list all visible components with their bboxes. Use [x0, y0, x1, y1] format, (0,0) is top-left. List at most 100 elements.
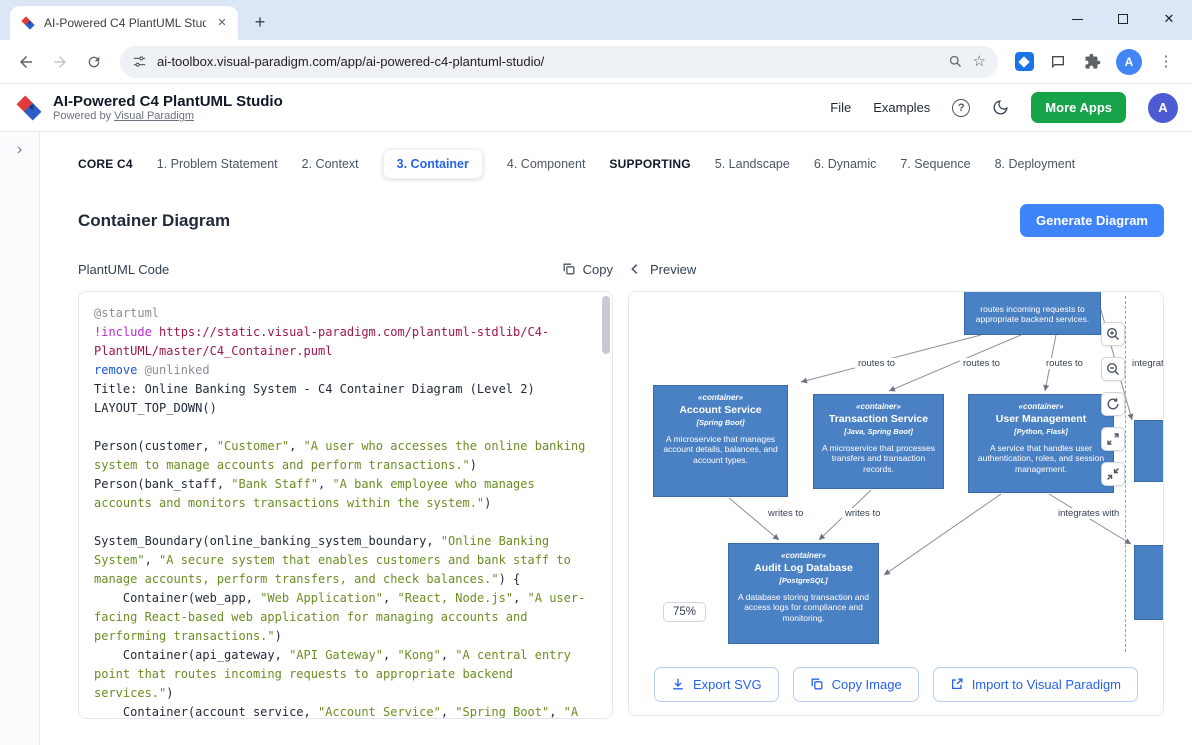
edge-label-writes-to: writes to [765, 508, 806, 519]
menu-file[interactable]: File [830, 100, 851, 115]
node-technology: [Java, Spring Boot] [820, 427, 937, 436]
code-line: Person(bank_staff, "Bank Staff", "A bank… [94, 475, 597, 513]
browser-profile-avatar[interactable]: A [1116, 49, 1142, 75]
code-line: Container(account_service, "Account Serv… [94, 703, 597, 719]
help-icon[interactable]: ? [952, 99, 970, 117]
menu-examples[interactable]: Examples [873, 100, 930, 115]
node-technology: [Spring Boot] [660, 418, 781, 427]
url-text[interactable]: ai-toolbox.visual-paradigm.com/app/ai-po… [157, 54, 938, 69]
external-link-icon [950, 677, 964, 691]
reset-zoom-button[interactable] [1101, 392, 1125, 416]
edge-label-writes-to: writes to [842, 508, 883, 519]
import-to-visual-paradigm-button[interactable]: Import to Visual Paradigm [933, 667, 1138, 702]
export-svg-button[interactable]: Export SVG [654, 667, 779, 702]
node-name: Audit Log Database [735, 562, 872, 575]
visual-paradigm-logo-icon [14, 93, 44, 123]
code-line: @startuml [94, 304, 597, 323]
forward-icon[interactable] [44, 46, 76, 78]
node-description: A service that handles user authenticati… [975, 443, 1107, 475]
fullscreen-button[interactable] [1101, 427, 1125, 451]
node-name: User Management [975, 413, 1107, 426]
nav-tab[interactable]: 1. Problem Statement [157, 157, 278, 171]
copy-image-button[interactable]: Copy Image [793, 667, 919, 702]
back-icon[interactable] [10, 46, 42, 78]
zoom-in-button[interactable] [1101, 322, 1125, 346]
code-line [94, 513, 597, 532]
zoom-level-badge: 75% [663, 602, 706, 622]
edge-label-routes-to: routes to [855, 358, 898, 369]
copy-icon [562, 262, 576, 276]
diagram-node-clipped-1 [1134, 420, 1163, 482]
nav-tab[interactable]: 6. Dynamic [814, 157, 877, 171]
node-technology: [Python, Flask] [975, 427, 1107, 436]
code-line: !include https://static.visual-paradigm.… [94, 323, 597, 361]
zoom-out-button[interactable] [1101, 357, 1125, 381]
code-line: Person(customer, "Customer", "A user who… [94, 437, 597, 475]
nav-tab[interactable]: 5. Landscape [715, 157, 790, 171]
address-bar[interactable]: ai-toolbox.visual-paradigm.com/app/ai-po… [120, 46, 998, 78]
window-controls: ✕ [1054, 0, 1192, 38]
nav-tab[interactable]: 7. Sequence [900, 157, 970, 171]
browser-tabstrip: AI-Powered C4 PlantUML Studi ✕ + ✕ [0, 0, 1192, 40]
node-description: A microservice that manages account deta… [660, 434, 781, 466]
zoom-controls [1101, 322, 1125, 486]
nav-supporting-label: SUPPORTING [609, 157, 690, 171]
edge-label-integrates-with: integrates with [1055, 508, 1122, 519]
edge-label-integrates-with-clipped: integrates with [1129, 358, 1163, 369]
node-description: A database storing transaction and acces… [735, 592, 872, 624]
diagram-canvas[interactable]: routes incoming requests to appropriate … [629, 292, 1163, 653]
tab-close-icon[interactable]: ✕ [214, 15, 230, 31]
editor-scrollbar[interactable] [602, 294, 610, 716]
diagram-node-clipped-2 [1134, 545, 1163, 620]
node-stereotype: «container» [735, 551, 872, 561]
diagram-node-audit-log-database: «container» Audit Log Database [PostgreS… [728, 543, 879, 644]
more-apps-button[interactable]: More Apps [1031, 92, 1126, 123]
site-settings-icon[interactable] [132, 54, 147, 69]
node-description: A microservice that processes transfers … [820, 443, 937, 475]
edge-label-routes-to: routes to [960, 358, 1003, 369]
generate-diagram-button[interactable]: Generate Diagram [1020, 204, 1164, 237]
node-stereotype: «container» [660, 393, 781, 403]
code-editor[interactable]: @startuml!include https://static.visual-… [78, 291, 613, 719]
code-line: remove @unlinked [94, 361, 597, 380]
code-panel-title: PlantUML Code [78, 262, 169, 277]
nav-tab[interactable]: 2. Context [302, 157, 359, 171]
nav-tab[interactable]: 8. Deployment [995, 157, 1076, 171]
browser-tab[interactable]: AI-Powered C4 PlantUML Studi ✕ [10, 6, 238, 40]
node-name: Account Service [660, 404, 781, 417]
extension-icon-blue[interactable] [1008, 46, 1040, 78]
comment-icon[interactable] [1042, 46, 1074, 78]
visual-paradigm-link[interactable]: Visual Paradigm [114, 110, 194, 122]
bookmark-star-icon[interactable]: ☆ [973, 54, 986, 69]
code-line: LAYOUT_TOP_DOWN() [94, 399, 597, 418]
reload-icon[interactable] [78, 46, 110, 78]
browser-menu-kebab-icon[interactable]: ⋮ [1150, 46, 1182, 78]
copy-code-button[interactable]: Copy [562, 262, 613, 277]
diagram-step-tabs: CORE C4 1. Problem Statement2. Context3.… [78, 146, 1164, 182]
node-stereotype: «container» [975, 402, 1107, 412]
browser-toolbar: ai-toolbox.visual-paradigm.com/app/ai-po… [0, 40, 1192, 84]
user-avatar[interactable]: A [1148, 93, 1178, 123]
maximize-button[interactable] [1100, 0, 1146, 38]
close-button[interactable]: ✕ [1146, 0, 1192, 38]
node-stereotype: «container» [820, 402, 937, 412]
copy-icon [810, 677, 824, 691]
extensions-puzzle-icon[interactable] [1076, 46, 1108, 78]
zoom-icon[interactable] [948, 54, 963, 69]
collapse-preview-icon[interactable] [628, 262, 642, 276]
new-tab-button[interactable]: + [246, 8, 274, 36]
expand-sidebar-icon[interactable]: › [17, 142, 22, 745]
code-line: Container(api_gateway, "API Gateway", "K… [94, 646, 597, 703]
fit-view-button[interactable] [1101, 462, 1125, 486]
left-rail: › [0, 132, 40, 745]
minimize-button[interactable] [1054, 0, 1100, 38]
node-name: Transaction Service [820, 413, 937, 426]
nav-tab[interactable]: 3. Container [383, 149, 483, 179]
dark-mode-moon-icon[interactable] [992, 99, 1009, 116]
node-description: routes incoming requests to appropriate … [971, 304, 1094, 325]
powered-by: Powered by Visual Paradigm [53, 110, 283, 122]
app-logo[interactable]: AI-Powered C4 PlantUML Studio Powered by… [14, 93, 283, 123]
plantuml-code[interactable]: @startuml!include https://static.visual-… [79, 292, 612, 719]
nav-tab[interactable]: 4. Component [507, 157, 586, 171]
preview-panel: routes incoming requests to appropriate … [628, 291, 1164, 716]
